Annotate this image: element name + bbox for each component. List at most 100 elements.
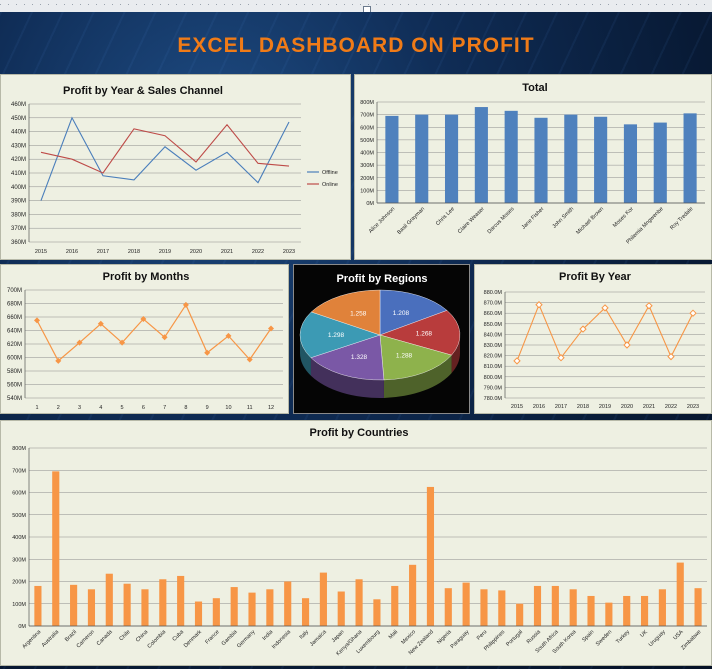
x-tick-label: 9 [206, 405, 209, 411]
bar [34, 585, 42, 626]
panel-total[interactable]: Total 0M 100M 200M 300M 400M 500M 600M 700M 800M A… [354, 74, 712, 260]
y-tick-label: 300M [360, 163, 374, 169]
y-tick-label: 400M [360, 151, 374, 157]
x-tick-label: 2022 [252, 249, 264, 255]
bar [474, 107, 488, 203]
panel-months[interactable]: Profit by Months 540M 560M 580M 600M 620M 640M… [0, 264, 289, 414]
bar [284, 581, 292, 626]
bar [587, 595, 595, 626]
x-tick-label: France [204, 629, 220, 645]
data-point [182, 301, 189, 308]
x-tick-label: Cameron [76, 629, 96, 649]
bar [248, 592, 256, 626]
bar [653, 122, 667, 203]
dashboard-title: EXCEL DASHBOARD ON PROFIT [177, 34, 535, 57]
y-tick-label: 700M [12, 468, 26, 474]
bar [569, 589, 577, 626]
x-tick-label: 11 [247, 405, 253, 411]
x-tick-label: Jane Fisher [521, 206, 546, 231]
y-tick-label: 460M [11, 102, 26, 108]
panel-regions[interactable]: Profit by Regions 1.208 1.268 1.288 1.328 1.2… [293, 264, 470, 414]
bar [533, 585, 542, 626]
y-tick-label: 0M [18, 624, 26, 630]
y-tick-label: 370M [11, 226, 26, 232]
x-tick-label: 3 [78, 405, 81, 411]
ruler-ticks [0, 4, 712, 5]
x-tick-label: Moses Kor [612, 206, 635, 229]
x-tick-label: 2017 [555, 404, 567, 410]
x-tick-label: Argentina [21, 629, 43, 651]
pie-slice-label: 1.208 [393, 310, 410, 317]
bar [355, 579, 363, 626]
bar [212, 598, 220, 626]
y-tick-label: 380M [11, 212, 26, 218]
y-tick-label: 840.0M [484, 332, 503, 338]
chart-title: Profit by Regions [336, 273, 427, 285]
x-tick-label: Nigeria [436, 629, 453, 646]
bar [70, 584, 78, 626]
pie-slice-label: 1.328 [351, 354, 368, 361]
y-tick-label: 400M [12, 535, 26, 541]
bar [105, 573, 113, 626]
y-tick-label: 580M [7, 369, 22, 375]
y-tick-label: 200M [360, 176, 374, 182]
x-tick-label: Uruguay [648, 629, 667, 648]
x-tick-label: 2015 [35, 249, 47, 255]
y-tick-label: 700M [7, 288, 22, 294]
x-tick-label: 2015 [511, 404, 523, 410]
x-tick-label: 2021 [221, 249, 233, 255]
series-line-online [40, 123, 290, 174]
x-tick-label: India [262, 629, 275, 642]
y-tick-label: 640M [7, 329, 22, 335]
x-tick-label: Chris Lee [435, 206, 456, 227]
x-tick-label: Australia [41, 629, 61, 649]
bar [123, 583, 131, 626]
y-tick-label: 860.0M [484, 311, 503, 317]
x-tick-label: Colombia [147, 629, 168, 650]
y-tick-label: 830.0M [484, 343, 503, 349]
bar [676, 562, 684, 626]
x-tick-label: 10 [225, 405, 231, 411]
y-tick-label: 420M [11, 157, 26, 163]
bar [444, 114, 459, 203]
bar [194, 601, 203, 626]
x-tick-label: Peru [476, 629, 488, 641]
bar [87, 589, 96, 626]
bar [266, 589, 274, 626]
panel-year-channel[interactable]: Profit by Year & Sales Channel 360M 370M 38… [0, 74, 351, 260]
y-tick-label: 450M [11, 116, 26, 122]
chart-title: Profit by Year & Sales Channel [63, 85, 223, 97]
y-tick-label: 660M [7, 315, 22, 321]
panel-countries[interactable]: Profit by Countries 0M 100M 200M 300M 400M 500… [0, 420, 712, 666]
x-tick-label: UK [639, 629, 649, 639]
bar [605, 602, 613, 626]
y-tick-label: 600M [360, 125, 374, 131]
x-tick-label: Sweden [595, 629, 613, 647]
x-tick-label: 2019 [159, 249, 171, 255]
panel-by-year[interactable]: Profit By Year 780.0M 790.0M 800.0M 810.0M 82… [474, 264, 712, 414]
bar [640, 595, 649, 626]
x-tick-label: USA [672, 629, 684, 641]
x-tick-label: 2019 [599, 404, 611, 410]
x-tick-label: Michael Brown [575, 206, 605, 236]
x-tick-label: Italy [299, 629, 311, 641]
x-tick-label: Denmark [183, 629, 203, 649]
data-point [34, 317, 40, 324]
bar [683, 113, 697, 203]
y-tick-label: 680M [7, 302, 22, 308]
bar [159, 579, 167, 626]
x-tick-label: Roy Tredale [669, 206, 694, 231]
y-tick-label: 780.0M [484, 396, 503, 402]
bar [504, 110, 518, 203]
y-tick-label: 360M [11, 240, 26, 246]
y-tick-label: 300M [12, 557, 26, 563]
x-tick-label: John Smith [552, 206, 576, 230]
bar [534, 117, 548, 203]
x-tick-label: 12 [268, 405, 274, 411]
x-tick-label: 2023 [283, 249, 295, 255]
y-tick-label: 100M [360, 188, 374, 194]
bar [391, 585, 399, 626]
chart-title: Profit by Countries [309, 427, 408, 439]
bar [230, 587, 238, 626]
bar [694, 588, 702, 626]
